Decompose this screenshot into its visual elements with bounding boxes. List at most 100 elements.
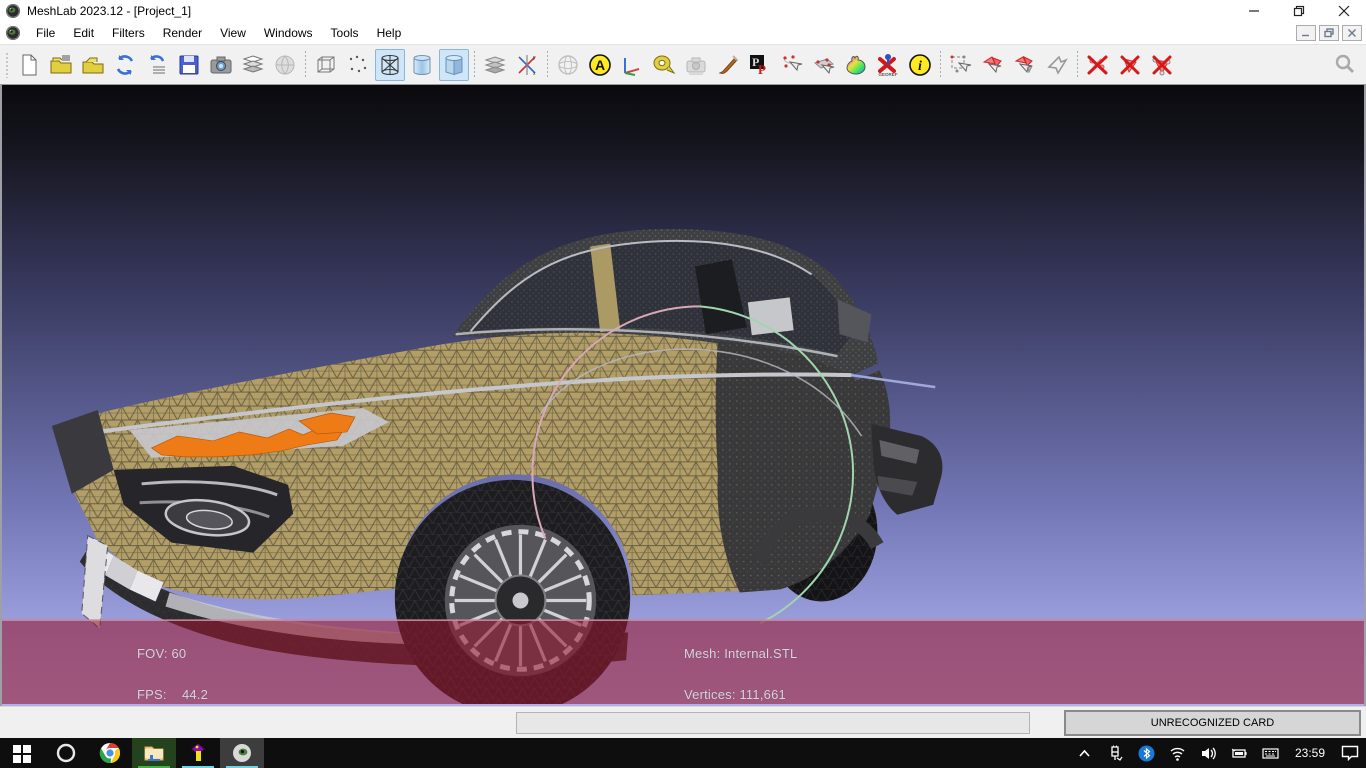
restore-button[interactable] <box>1276 0 1321 22</box>
select-faces-button[interactable] <box>978 49 1008 81</box>
explorer-app-icon <box>142 741 166 765</box>
start-button[interactable] <box>0 738 44 768</box>
purple-app[interactable] <box>176 738 220 768</box>
select-vertices-button[interactable] <box>946 49 976 81</box>
snapshot-button[interactable] <box>206 49 236 81</box>
select-lasso-button[interactable] <box>1042 49 1072 81</box>
action-center-icon <box>1341 745 1359 761</box>
quality-mapper-button[interactable] <box>841 49 871 81</box>
tray-wifi-button[interactable] <box>1162 738 1193 768</box>
info-tool-button[interactable]: i <box>905 49 935 81</box>
meshlab-logo-icon <box>5 3 21 19</box>
show-trackball-button[interactable] <box>553 49 583 81</box>
menu-filters[interactable]: Filters <box>103 23 154 43</box>
explorer-app[interactable] <box>132 738 176 768</box>
svg-text:GEOREF: GEOREF <box>878 72 897 77</box>
new-document-button[interactable] <box>14 49 44 81</box>
gl-viewport[interactable]: FOV: 60 FPS: 44.2 BO_RENDERING Mesh: Int… <box>0 85 1366 706</box>
tray-chevron-button[interactable] <box>1069 738 1100 768</box>
toolbar-grip[interactable] <box>5 52 10 78</box>
menu-file[interactable]: File <box>27 23 64 43</box>
purple-app-icon <box>186 741 210 765</box>
cortana-button[interactable] <box>44 738 88 768</box>
web-export-button[interactable] <box>270 49 300 81</box>
open-mesh-button[interactable] <box>78 49 108 81</box>
mdi-restore-button[interactable] <box>1319 25 1339 41</box>
point-picking-button[interactable]: PP <box>745 49 775 81</box>
menu-windows[interactable]: Windows <box>255 23 322 43</box>
svg-text:A: A <box>595 57 605 73</box>
menu-render[interactable]: Render <box>154 23 211 43</box>
meshlab-app-icon <box>230 741 254 765</box>
action-center-button[interactable] <box>1334 738 1366 768</box>
raster-alignment-icon <box>684 53 708 77</box>
meshlab-app[interactable] <box>220 738 264 768</box>
show-layers-icon <box>241 53 265 77</box>
reload-all-button[interactable] <box>110 49 140 81</box>
tray-usb-button[interactable] <box>1100 738 1131 768</box>
tray-bluetooth-button[interactable] <box>1131 738 1162 768</box>
search-button[interactable] <box>1334 53 1356 80</box>
draw-axes-button[interactable]: yx <box>512 49 542 81</box>
svg-text:y: y <box>533 55 536 61</box>
select-faces-all-button[interactable] <box>1010 49 1040 81</box>
tray-battery-icon <box>1231 745 1248 762</box>
mdi-minimize-button[interactable] <box>1296 25 1316 41</box>
menu-help[interactable]: Help <box>368 23 411 43</box>
hud-fps: FPS: 44.2 <box>137 688 243 702</box>
clock[interactable]: 23:59 <box>1286 746 1334 760</box>
draw-bbox-button[interactable] <box>311 49 341 81</box>
move-points-button[interactable] <box>809 49 839 81</box>
mesh-3d-car[interactable] <box>2 85 1364 704</box>
open-project-button[interactable] <box>46 49 76 81</box>
system-tray: 23:59 <box>1069 738 1366 768</box>
open-mesh-icon <box>81 53 105 77</box>
tray-volume-button[interactable] <box>1193 738 1224 768</box>
close-button[interactable] <box>1321 0 1366 22</box>
draw-axes-icon: yx <box>515 53 539 77</box>
menu-edit[interactable]: Edit <box>64 23 103 43</box>
measure-tool-button[interactable] <box>649 49 679 81</box>
orthographic-view-button[interactable] <box>617 49 647 81</box>
draw-points-button[interactable] <box>343 49 373 81</box>
mdi-close-button[interactable] <box>1342 25 1362 41</box>
web-export-icon <box>273 53 297 77</box>
draw-bbox-icon <box>314 53 338 77</box>
paint-tool-button[interactable] <box>713 49 743 81</box>
draw-wireframe-icon <box>378 53 402 77</box>
measure-tool-icon <box>652 53 676 77</box>
menu-view[interactable]: View <box>211 23 255 43</box>
select-lasso-icon <box>1045 53 1069 77</box>
show-layers-button[interactable] <box>238 49 268 81</box>
draw-smooth-button[interactable] <box>407 49 437 81</box>
draw-wireframe-button[interactable] <box>375 49 405 81</box>
tray-battery-button[interactable] <box>1224 738 1255 768</box>
new-document-icon <box>17 53 41 77</box>
minimize-icon <box>1248 5 1260 17</box>
raster-alignment-button[interactable] <box>681 49 711 81</box>
delete-selected-faces-vertices-button[interactable] <box>1147 49 1177 81</box>
progress-bar <box>516 712 1030 734</box>
show-labels-button[interactable]: A <box>585 49 615 81</box>
delete-selected-faces-button[interactable] <box>1115 49 1145 81</box>
chrome-app[interactable] <box>88 738 132 768</box>
delete-selected-vertices-button[interactable] <box>1083 49 1113 81</box>
tray-wifi-icon <box>1169 745 1186 762</box>
draw-hidden-lines-button[interactable] <box>480 49 510 81</box>
toolbar-separator <box>474 51 475 79</box>
toolbar-separator <box>940 51 941 79</box>
show-trackball-icon <box>556 53 580 77</box>
draw-flat-icon <box>442 53 466 77</box>
reload-mesh-button[interactable] <box>142 49 172 81</box>
reload-all-icon <box>113 53 137 77</box>
menu-tools[interactable]: Tools <box>322 23 368 43</box>
start-button-icon <box>10 741 34 765</box>
tray-keyboard-button[interactable] <box>1255 738 1286 768</box>
minimize-button[interactable] <box>1231 0 1276 22</box>
svg-text:i: i <box>918 59 922 74</box>
save-mesh-button[interactable] <box>174 49 204 81</box>
pick-points-button[interactable] <box>777 49 807 81</box>
draw-flat-button[interactable] <box>439 49 469 81</box>
hud-render-info: FOV: 60 FPS: 44.2 BO_RENDERING <box>137 620 243 706</box>
georef-tool-button[interactable]: GEOREF <box>873 49 903 81</box>
